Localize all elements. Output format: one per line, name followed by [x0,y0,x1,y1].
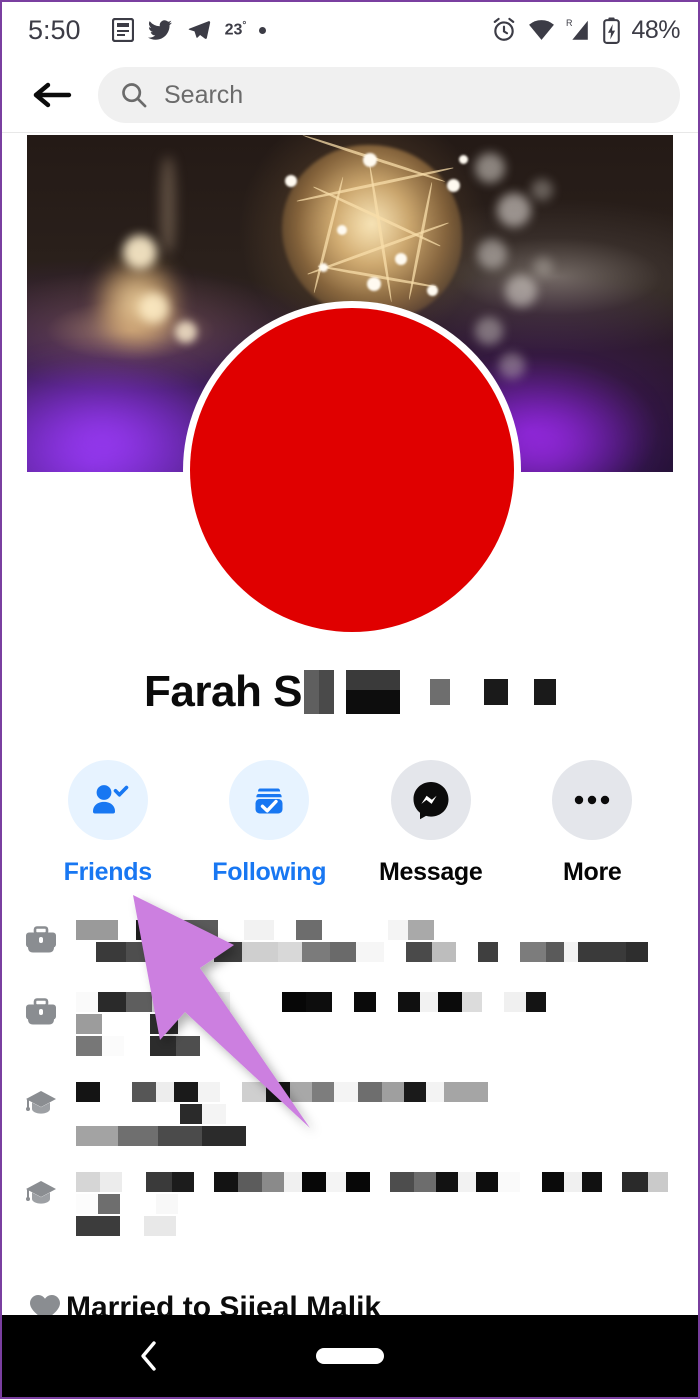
avatar[interactable] [183,301,521,639]
following-check-icon [247,778,291,822]
phone-screen: 5:50 23° R 48% Search Farah S Friends Fo… [0,0,700,1399]
nav-home-pill-icon[interactable] [316,1348,384,1364]
light-spark [285,175,297,187]
list-item[interactable] [2,920,698,966]
light-spark [337,225,347,235]
list-item-content-redacted [76,920,698,962]
status-bar: 5:50 23° R 48% [2,2,698,58]
alarm-clock-icon [491,17,517,43]
list-item-content-redacted [76,992,698,1056]
status-bar-left: 5:50 23° [28,15,491,46]
friend-check-icon [86,778,130,822]
back-button[interactable] [30,73,74,117]
bokeh-light [477,239,507,269]
more-button[interactable]: More [512,760,674,890]
friends-button-circle [67,760,148,840]
search-header: Search [2,58,698,133]
more-dots-icon [574,794,610,806]
light-spark [319,263,328,272]
twitter-bird-icon [147,18,173,42]
profile-name-row: Farah S [2,667,698,717]
light-spark [395,253,407,265]
list-item[interactable] [2,1172,698,1236]
nav-back-button[interactable] [138,1339,160,1373]
bokeh-light [499,353,525,379]
bokeh-light [139,293,169,323]
message-button[interactable]: Message [350,760,512,890]
avatar-image-redacted [190,308,514,632]
bokeh-light [475,153,505,183]
svg-text:R: R [566,18,573,28]
messenger-icon [410,779,452,821]
more-button-label: More [562,858,622,886]
profile-action-bar: Friends Following Message More [27,760,673,890]
profile-info-list [2,920,698,1236]
light-spark [427,285,438,296]
bokeh-light [161,157,175,253]
news-article-icon [111,18,134,42]
wifi-icon [528,19,555,41]
bokeh-light [505,275,537,307]
battery-charging-icon [603,17,621,44]
weather-dot-icon [259,26,267,34]
status-bar-right: R 48% [491,16,680,45]
graduation-cap-icon [24,1172,76,1213]
list-item[interactable] [2,992,698,1056]
search-icon [120,81,148,109]
friends-button[interactable]: Friends [27,760,189,890]
status-temperature: 23° [224,20,247,39]
list-item[interactable] [2,1082,698,1146]
graduation-cap-icon [24,1082,76,1123]
light-spark [363,153,377,167]
android-nav-bar [2,1315,698,1397]
search-input[interactable]: Search [98,67,680,123]
bokeh-light [533,257,553,277]
nav-back-chevron-icon [138,1339,160,1373]
light-spark [367,277,381,291]
briefcase-icon [24,992,76,1033]
bokeh-light [531,179,553,201]
following-button-label: Following [212,858,327,886]
following-button[interactable]: Following [189,760,351,890]
bokeh-light [175,321,197,343]
roaming-signal-icon: R [566,18,592,42]
friends-button-label: Friends [63,858,153,886]
page-title: Farah S [144,667,302,716]
light-spark [459,155,468,164]
briefcase-icon [24,920,76,961]
back-arrow-icon [32,80,72,110]
list-item-content-redacted [76,1172,698,1236]
status-time: 5:50 [28,14,81,45]
bokeh-light [475,317,503,345]
list-item-content-redacted [76,1082,698,1146]
bokeh-light [497,193,531,227]
search-placeholder: Search [164,80,244,109]
message-button-circle [390,760,471,840]
battery-percent: 48% [631,15,680,44]
bokeh-light [123,235,157,269]
message-button-label: Message [378,858,483,886]
name-redaction-blocks [303,670,556,714]
light-spark [447,179,460,192]
telegram-send-icon [186,18,212,42]
following-button-circle [229,760,310,840]
more-button-circle [552,760,633,840]
